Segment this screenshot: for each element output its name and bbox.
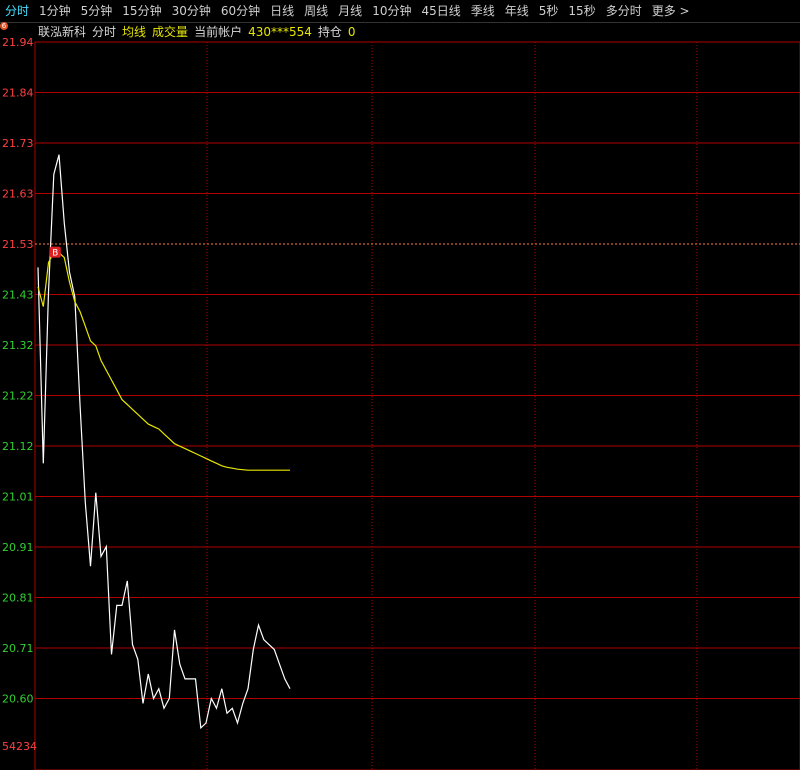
- price-line: [37, 154, 291, 730]
- y-tick-label: 21.84: [2, 87, 34, 100]
- volume-bottom-label: 54234: [2, 740, 37, 753]
- y-tick-label: 21.22: [2, 390, 34, 403]
- y-tick-label: 21.32: [2, 339, 34, 352]
- y-tick-label: 21.63: [2, 188, 34, 201]
- buy-marker-label: B: [52, 249, 58, 259]
- chart-frame: [34, 41, 800, 770]
- intraday-chart[interactable]: 21.94 21.84 21.73 21.63 21.53 21.43 21.32 21.22…: [0, 0, 800, 770]
- y-tick-label: 20.71: [2, 642, 34, 655]
- y-tick-label: 20.81: [2, 592, 34, 605]
- y-tick-label: 20.60: [2, 693, 34, 706]
- y-tick-label: 20.91: [2, 541, 34, 554]
- y-tick-label: 21.53: [2, 238, 34, 251]
- y-tick-label: 21.94: [2, 36, 34, 49]
- y-tick-label: 21.73: [2, 137, 34, 150]
- avg-price-line: [37, 252, 290, 471]
- y-tick-label: 21.01: [2, 491, 34, 504]
- y-tick-label: 21.43: [2, 289, 34, 302]
- y-tick-label: 21.12: [2, 440, 34, 453]
